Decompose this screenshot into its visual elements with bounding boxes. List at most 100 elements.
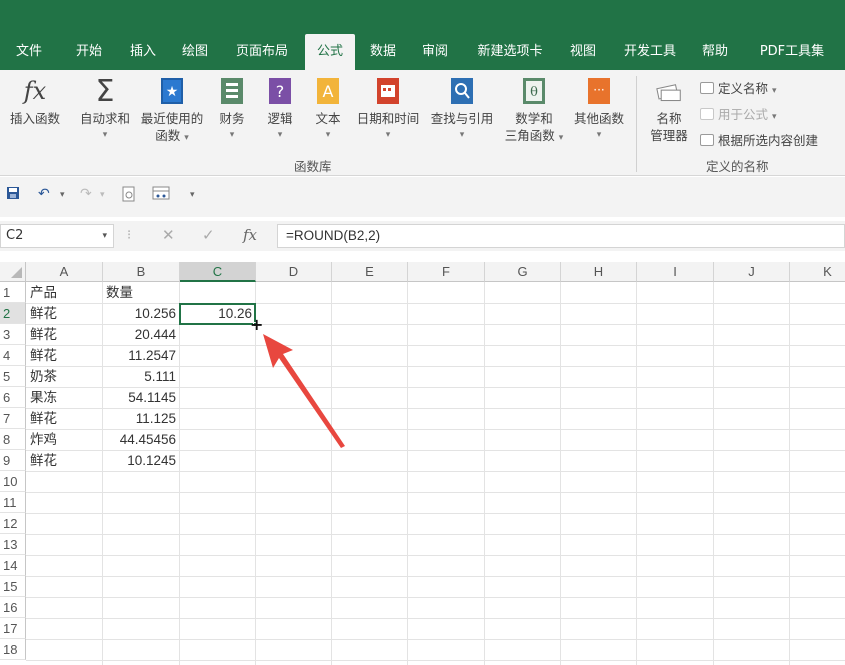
svg-text:★: ★ — [166, 84, 179, 100]
form-icon[interactable] — [152, 186, 170, 204]
column-header-h[interactable]: H — [561, 262, 637, 282]
tab-formulas[interactable]: 公式 — [305, 34, 355, 70]
print-preview-icon[interactable] — [122, 186, 136, 206]
name-manager-button[interactable]: 名称 管理器 — [644, 76, 694, 144]
cancel-icon[interactable]: ✕ — [162, 226, 175, 244]
row-header-1[interactable]: 1 — [0, 282, 26, 303]
formula-input[interactable]: =ROUND(B2,2) — [277, 224, 845, 248]
cell-b8[interactable]: 44.45456 — [103, 429, 179, 450]
cell-a8[interactable]: 炸鸡 — [27, 429, 103, 450]
enter-check-icon[interactable]: ✓ — [202, 226, 215, 244]
tab-view[interactable]: 视图 — [562, 34, 604, 70]
row-header-11[interactable]: 11 — [0, 492, 26, 513]
column-header-f[interactable]: F — [408, 262, 485, 282]
row-header-3[interactable]: 3 — [0, 324, 26, 345]
customize-toolbar-icon[interactable]: ▾ — [190, 190, 195, 200]
tab-draw[interactable]: 绘图 — [174, 34, 216, 70]
row-header-9[interactable]: 9 — [0, 450, 26, 471]
chevron-down-icon: ▾ — [277, 130, 283, 140]
financial-button[interactable]: 财务 ▾ — [214, 76, 250, 144]
column-header-b[interactable]: B — [103, 262, 180, 282]
lookup-reference-button[interactable]: 查找与引用 ▾ — [426, 76, 498, 144]
insert-function-button[interactable]: fx 插入函数 — [4, 76, 66, 127]
column-header-k[interactable]: K — [790, 262, 845, 282]
chevron-down-icon[interactable]: ▾ — [102, 225, 107, 247]
row-header-15[interactable]: 15 — [0, 576, 26, 597]
row-header-13[interactable]: 13 — [0, 534, 26, 555]
row-header-4[interactable]: 4 — [0, 345, 26, 366]
row-header-6[interactable]: 6 — [0, 387, 26, 408]
cell-b1[interactable]: 数量 — [103, 282, 179, 303]
autosum-button[interactable]: Σ 自动求和 ▾ — [74, 76, 136, 144]
cell-b5[interactable]: 5.111 — [103, 366, 179, 387]
logical-button[interactable]: ? 逻辑 ▾ — [262, 76, 298, 144]
more-functions-button[interactable]: ··· 其他函数 ▾ — [568, 76, 630, 144]
row-header-12[interactable]: 12 — [0, 513, 26, 534]
select-all-button[interactable] — [0, 262, 26, 282]
row-header-14[interactable]: 14 — [0, 555, 26, 576]
tab-home[interactable]: 开始 — [66, 34, 112, 70]
gridline — [484, 282, 485, 665]
cell-a5[interactable]: 奶茶 — [27, 366, 103, 387]
define-name-button[interactable]: 定义名称 ▾ — [700, 78, 777, 97]
column-header-d[interactable]: D — [256, 262, 332, 282]
spreadsheet-grid[interactable]: A B C D E F G H I J K 1 2 3 4 5 6 7 8 9 … — [0, 262, 845, 665]
cell-a7[interactable]: 鲜花 — [27, 408, 103, 429]
undo-icon[interactable]: ↶ — [38, 186, 50, 202]
cell-a4[interactable]: 鲜花 — [27, 345, 103, 366]
row-header-16[interactable]: 16 — [0, 597, 26, 618]
cell-b2[interactable]: 10.256 — [103, 303, 179, 324]
cell-a2[interactable]: 鲜花 — [27, 303, 103, 324]
create-from-selection-button[interactable]: 根据所选内容创建 — [700, 130, 818, 149]
datetime-button[interactable]: 日期和时间 ▾ — [352, 76, 424, 144]
svg-text:A: A — [323, 82, 334, 101]
tab-page-layout[interactable]: 页面布局 — [228, 34, 296, 70]
gridline — [26, 660, 845, 661]
row-header-7[interactable]: 7 — [0, 408, 26, 429]
column-header-e[interactable]: E — [332, 262, 408, 282]
recently-used-button[interactable]: ★ 最近使用的 函数 ▾ — [136, 76, 208, 147]
cell-a6[interactable]: 果冻 — [27, 387, 103, 408]
tab-data[interactable]: 数据 — [362, 34, 404, 70]
column-header-g[interactable]: G — [485, 262, 561, 282]
insert-function-icon[interactable]: fx — [243, 226, 257, 244]
column-header-j[interactable]: J — [714, 262, 790, 282]
chevron-down-icon: ▾ — [772, 112, 777, 122]
tab-insert[interactable]: 插入 — [122, 34, 164, 70]
text-button[interactable]: A 文本 ▾ — [310, 76, 346, 144]
cell-b4[interactable]: 11.2547 — [103, 345, 179, 366]
row-header-17[interactable]: 17 — [0, 618, 26, 639]
cell-b3[interactable]: 20.444 — [103, 324, 179, 345]
tab-file[interactable]: 文件 — [8, 34, 50, 70]
row-header-8[interactable]: 8 — [0, 429, 26, 450]
row-header-18[interactable]: 18 — [0, 639, 26, 660]
cell-a3[interactable]: 鲜花 — [27, 324, 103, 345]
cell-a9[interactable]: 鲜花 — [27, 450, 103, 471]
tab-developer[interactable]: 开发工具 — [616, 34, 684, 70]
cell-b6[interactable]: 54.1145 — [103, 387, 179, 408]
cell-b7[interactable]: 11.125 — [103, 408, 179, 429]
tab-new-tab[interactable]: 新建选项卡 — [470, 34, 550, 70]
row-header-5[interactable]: 5 — [0, 366, 26, 387]
row-header-10[interactable]: 10 — [0, 471, 26, 492]
redo-icon[interactable]: ↷ — [80, 186, 92, 202]
chevron-down-icon: ▾ — [102, 130, 108, 140]
chevron-down-icon[interactable]: ▾ — [100, 190, 105, 200]
name-box[interactable]: C2 ▾ — [0, 224, 114, 248]
column-header-a[interactable]: A — [26, 262, 103, 282]
cell-b9[interactable]: 10.1245 — [103, 450, 179, 471]
more-functions-book-icon: ··· — [586, 76, 612, 106]
svg-text:?: ? — [276, 82, 285, 101]
save-icon[interactable] — [6, 186, 20, 204]
chevron-down-icon[interactable]: ▾ — [60, 190, 65, 200]
use-in-formula-button[interactable]: 用于公式 ▾ — [700, 104, 777, 123]
math-trig-button[interactable]: θ 数学和 三角函数 ▾ — [500, 76, 568, 147]
tab-help[interactable]: 帮助 — [694, 34, 736, 70]
column-header-c[interactable]: C — [180, 262, 256, 282]
row-header-2[interactable]: 2 — [0, 303, 26, 324]
tab-pdf-tools[interactable]: PDF工具集 — [750, 34, 834, 70]
column-header-i[interactable]: I — [637, 262, 714, 282]
tab-review[interactable]: 审阅 — [414, 34, 456, 70]
cell-a1[interactable]: 产品 — [27, 282, 103, 303]
more-options-icon[interactable]: ⁝ — [127, 228, 131, 243]
